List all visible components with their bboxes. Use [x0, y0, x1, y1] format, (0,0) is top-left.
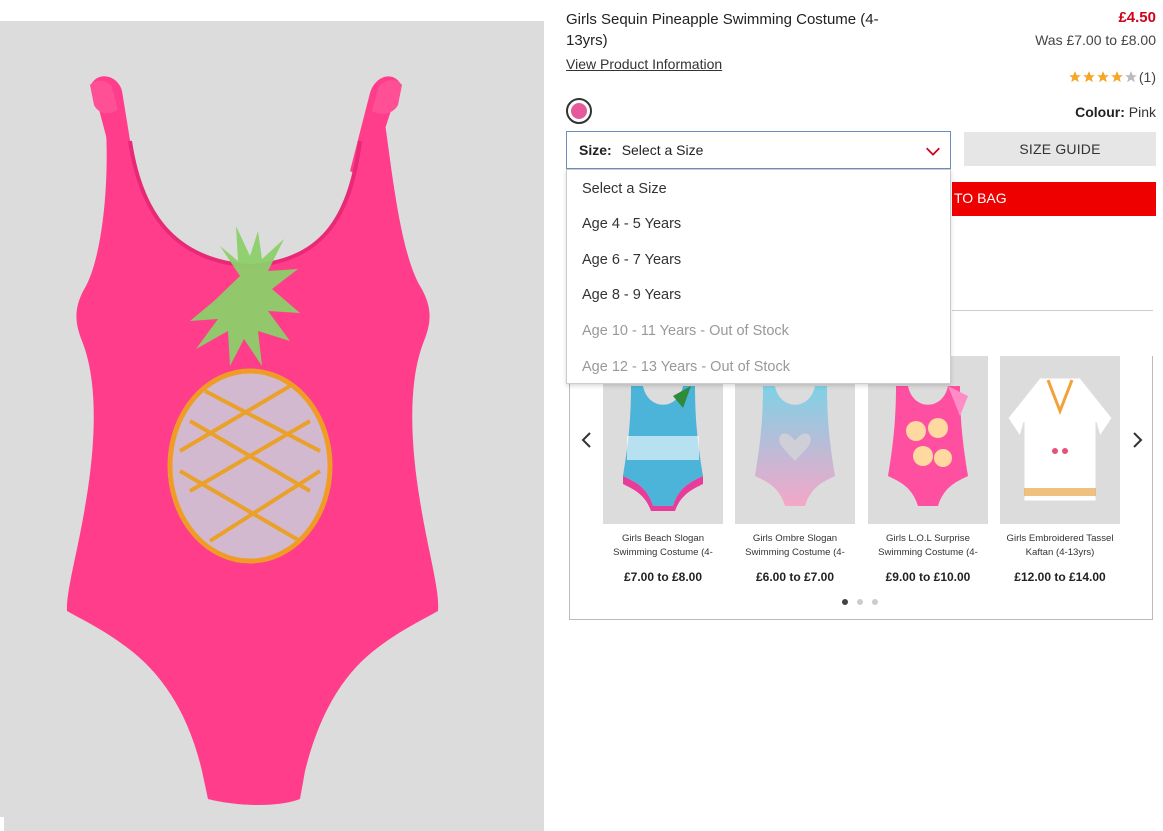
size-option-out-of-stock[interactable]: Age 12 - 13 Years - Out of Stock [567, 350, 950, 386]
size-option[interactable]: Age 8 - 9 Years [567, 278, 950, 314]
product-page: Girls Sequin Pineapple Swimming Costume … [0, 0, 1163, 831]
size-label: Size: [579, 142, 612, 158]
star-empty-icon [1125, 71, 1137, 83]
carousel-item[interactable]: Girls Beach Slogan Swimming Costume (4- … [603, 356, 723, 584]
carousel-pagination [842, 599, 878, 605]
star-filled-icon [1111, 71, 1123, 83]
colour-indicator: Colour: Pink [1075, 104, 1156, 120]
carousel-item-name: Girls Ombre Slogan Swimming Costume (4- [745, 533, 845, 558]
carousel-item[interactable]: Girls L.O.L Surprise Swimming Costume (4… [868, 356, 988, 584]
carousel-item-image [1000, 356, 1120, 524]
product-image[interactable] [0, 21, 544, 831]
star-filled-icon [1083, 71, 1095, 83]
view-product-information-link[interactable]: View Product Information [566, 56, 722, 72]
chevron-down-icon [926, 147, 940, 156]
star-filled-icon [1069, 71, 1081, 83]
pagination-dot-active[interactable] [842, 599, 848, 605]
carousel-item-price: £9.00 to £10.00 [885, 570, 971, 584]
colour-swatch-pink[interactable] [566, 98, 592, 124]
carousel-item-name: Girls L.O.L Surprise Swimming Costume (4… [878, 533, 978, 558]
size-dropdown-list: Select a Size Age 4 - 5 Years Age 6 - 7 … [566, 169, 951, 384]
was-price: Was £7.00 to £8.00 [1035, 32, 1156, 48]
star-rating [1068, 70, 1138, 84]
chevron-right-icon[interactable] [1130, 430, 1144, 450]
size-option[interactable]: Age 4 - 5 Years [567, 207, 950, 243]
pagination-dot[interactable] [872, 599, 878, 605]
divider [952, 310, 1153, 311]
size-option[interactable]: Select a Size [567, 170, 950, 207]
size-option[interactable]: Age 6 - 7 Years [567, 243, 950, 279]
swimsuit-illustration [66, 76, 439, 805]
swatch-fill [571, 103, 587, 119]
size-select[interactable]: Size: Select a Size [566, 131, 951, 169]
carousel-item[interactable]: Girls Embroidered Tassel Kaftan (4-13yrs… [1000, 356, 1120, 584]
current-price: £4.50 [1118, 9, 1156, 26]
product-rating[interactable]: (1) [1068, 69, 1156, 85]
product-title: Girls Sequin Pineapple Swimming Costume … [566, 11, 879, 49]
pagination-dot[interactable] [857, 599, 863, 605]
star-filled-icon [1097, 71, 1109, 83]
carousel-item-name: Girls Beach Slogan Swimming Costume (4- [613, 533, 713, 558]
colour-label: Colour: [1075, 104, 1125, 120]
carousel-item-price: £12.00 to £14.00 [1014, 570, 1106, 584]
rating-count: (1) [1138, 69, 1156, 85]
image-thumbnail-tab[interactable] [0, 817, 4, 831]
add-to-bag-button[interactable]: TO BAG [952, 182, 1156, 216]
carousel-item-name: Girls Embroidered Tassel Kaftan (4-13yrs… [1006, 533, 1114, 558]
add-to-bag-label: TO BAG [954, 190, 1007, 206]
carousel-item[interactable]: Girls Ombre Slogan Swimming Costume (4- … [735, 356, 855, 584]
size-option-out-of-stock[interactable]: Age 10 - 11 Years - Out of Stock [567, 314, 950, 350]
carousel-item-price: £7.00 to £8.00 [623, 570, 703, 584]
size-selected-value: Select a Size [621, 142, 704, 158]
carousel-item-price: £6.00 to £7.00 [755, 570, 835, 584]
kaftan-thumbnail [1007, 377, 1113, 502]
chevron-left-icon[interactable] [580, 430, 594, 450]
size-guide-button[interactable]: SIZE GUIDE [964, 132, 1156, 166]
colour-value: Pink [1128, 104, 1156, 120]
